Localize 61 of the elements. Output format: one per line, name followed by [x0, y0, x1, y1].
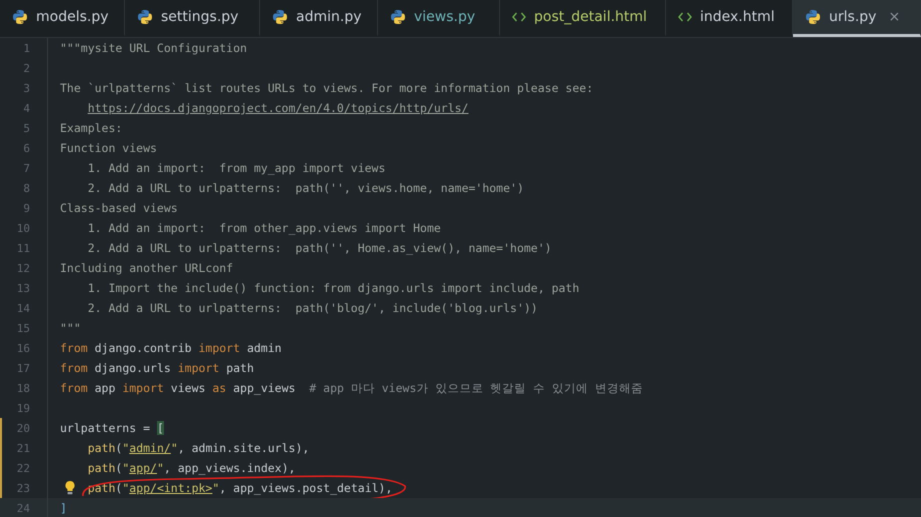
- code-line: """: [60, 321, 81, 335]
- line-number: 7: [22, 162, 30, 174]
- code-line: urlpatterns = [: [60, 421, 164, 435]
- code-line: Including another URLconf: [60, 261, 234, 275]
- line-number: 15: [16, 322, 30, 334]
- line-number: 9: [22, 202, 30, 214]
- line-number: 5: [22, 122, 30, 134]
- line-number: 20: [16, 422, 30, 434]
- code-line: 2. Add a URL to urlpatterns: path('blog/', include('blog.urls')): [86, 301, 538, 315]
- code-line: 1. Add an import: from my_app import views: [86, 161, 386, 175]
- line-number: 22: [16, 462, 30, 474]
- code-line: https://docs.djangoproject.com/en/4.0/topics/http/urls/: [88, 101, 468, 115]
- line-number: 2: [22, 62, 30, 74]
- line-number: 11: [16, 242, 30, 254]
- python-file-icon: [272, 9, 288, 25]
- line-number: 3: [22, 82, 30, 94]
- code-brackets-icon: [512, 11, 526, 23]
- python-file-icon: [12, 9, 28, 25]
- code-line: 1. Add an import: from other_app.views import Home: [86, 221, 441, 235]
- line-number: 21: [16, 442, 30, 454]
- file-tab[interactable]: admin.py: [260, 0, 378, 37]
- file-tab[interactable]: models.py: [0, 0, 125, 37]
- code-line: 2. Add a URL to urlpatterns: path('', Home.as_view(), name='home'): [86, 241, 552, 255]
- lightbulb-icon[interactable]: [64, 480, 76, 496]
- line-number: 16: [16, 342, 30, 354]
- code-brackets-icon: [678, 11, 692, 23]
- line-number: 18: [16, 382, 30, 394]
- line-number: 19: [16, 402, 30, 414]
- file-tab[interactable]: post_detail.html: [500, 0, 666, 37]
- close-icon[interactable]: ×: [888, 9, 900, 25]
- code-line: path("app/", app_views.index),: [88, 461, 296, 475]
- file-tab[interactable]: urls.py ×: [793, 0, 921, 37]
- code-line: from app import views as app_views # app 마다 views가 있으므로 헷갈릴 수 있기에 변경해줌: [60, 380, 643, 396]
- code-line: from django.urls import path: [60, 361, 254, 375]
- code-line: 2. Add a URL to urlpatterns: path('', views.home, name='home'): [86, 181, 524, 195]
- code-line: path("app/<int:pk>", app_views.post_detail),: [88, 481, 392, 495]
- line-number: 14: [16, 302, 30, 314]
- code-line: Function views: [60, 141, 157, 155]
- code-line: """mysite URL Configuration: [60, 41, 247, 55]
- line-number: 10: [16, 222, 30, 234]
- code-line: The `urlpatterns` list routes URLs to views. For more information please see:: [60, 81, 594, 95]
- code-line: path("admin/", admin.site.urls),: [88, 441, 310, 455]
- file-tab[interactable]: views.py: [378, 0, 500, 37]
- python-file-icon: [805, 9, 821, 25]
- file-tab[interactable]: settings.py: [125, 0, 260, 37]
- line-number: 13: [16, 282, 30, 294]
- code-line: ]: [60, 501, 67, 515]
- python-file-icon: [390, 9, 406, 25]
- python-file-icon: [137, 9, 153, 25]
- line-number: 6: [22, 142, 30, 154]
- code-line: from django.contrib import admin: [60, 341, 282, 355]
- line-number: 4: [22, 102, 30, 114]
- line-number: 8: [22, 182, 30, 194]
- line-number: 12: [16, 262, 30, 274]
- line-number: 1: [22, 42, 30, 54]
- line-number: 23: [16, 482, 30, 494]
- line-number: 24: [16, 502, 30, 514]
- code-line: Examples:: [60, 121, 122, 135]
- code-line: 1. Import the include() function: from django.urls import include, path: [86, 281, 580, 295]
- code-line: Class-based views: [60, 201, 178, 215]
- line-number: 17: [16, 362, 30, 374]
